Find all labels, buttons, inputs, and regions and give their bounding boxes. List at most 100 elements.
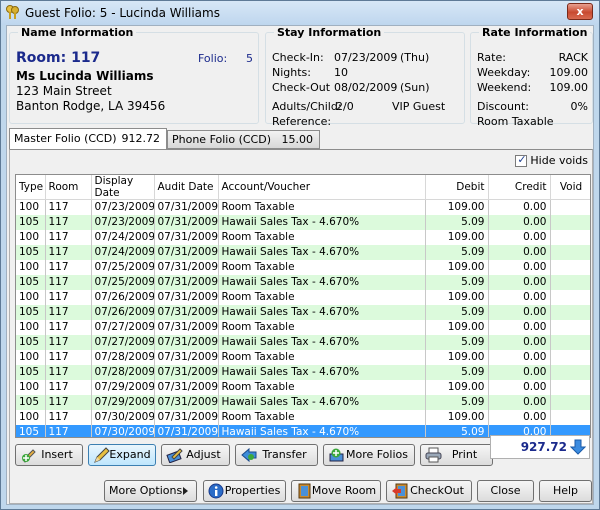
- table-row[interactable]: 100 117 07/28/2009 07/31/2009 Room Taxable 10…: [16, 349, 590, 365]
- close-window-button[interactable]: x: [567, 3, 593, 20]
- address-line-1: 123 Main Street: [16, 84, 112, 98]
- table-row[interactable]: 100 117 07/29/2009 07/31/2009 Room Taxable 10…: [16, 379, 590, 395]
- column-header-display-date[interactable]: Display Date: [91, 175, 155, 200]
- column-header-void[interactable]: Void: [550, 175, 590, 200]
- column-header-account[interactable]: Account/Voucher: [218, 175, 426, 200]
- cell-room: 117: [45, 304, 92, 320]
- cell-room: 117: [45, 409, 92, 425]
- cell-account: Hawaii Sales Tax - 4.670%: [218, 364, 426, 380]
- weekend-value: 109.00: [549, 81, 589, 94]
- cell-credit: 0.00: [488, 214, 551, 230]
- checkin-day: (Thu): [400, 51, 430, 64]
- checkout-button[interactable]: CheckOut: [386, 480, 472, 502]
- print-label: Print: [451, 448, 478, 461]
- table-row[interactable]: 105 117 07/23/2009 07/31/2009 Hawaii Sales T…: [16, 214, 590, 230]
- cell-debit: 5.09: [425, 364, 489, 380]
- cell-display-date: 07/24/2009: [91, 244, 155, 260]
- cell-room: 117: [45, 379, 92, 395]
- move-room-label: Move Room: [311, 484, 377, 497]
- checkin-date: 07/23/2009: [334, 51, 398, 64]
- table-row[interactable]: 105 117 07/25/2009 07/31/2009 Hawaii Sales T…: [16, 274, 590, 290]
- expand-label: Expand: [109, 448, 151, 461]
- more-folios-button[interactable]: More Folios: [323, 444, 415, 466]
- cell-account: Hawaii Sales Tax - 4.670%: [218, 244, 426, 260]
- close-button[interactable]: Close: [477, 480, 534, 502]
- hide-voids-label: Hide voids: [530, 154, 588, 167]
- weekend-label: Weekend:: [477, 81, 532, 94]
- table-row[interactable]: 105 117 07/29/2009 07/31/2009 Hawaii Sales T…: [16, 394, 590, 410]
- insert-button[interactable]: Insert: [15, 444, 83, 466]
- properties-button[interactable]: Properties: [203, 480, 286, 502]
- cell-debit: 5.09: [425, 304, 489, 320]
- cell-account: Room Taxable: [218, 199, 426, 215]
- cell-credit: 0.00: [488, 409, 551, 425]
- cell-void: [550, 319, 590, 335]
- cell-display-date: 07/26/2009: [91, 289, 155, 305]
- cell-display-date: 07/24/2009: [91, 229, 155, 245]
- transfer-button[interactable]: Transfer: [235, 444, 318, 466]
- column-header-type[interactable]: Type: [16, 175, 46, 200]
- move-room-button[interactable]: Move Room: [291, 480, 381, 502]
- folio-total-box: 927.72: [490, 435, 590, 459]
- keys-icon: [6, 5, 19, 19]
- weekday-label: Weekday:: [477, 66, 531, 79]
- table-row[interactable]: 105 117 07/27/2009 07/31/2009 Hawaii Sales T…: [16, 334, 590, 350]
- column-header-audit-date[interactable]: Audit Date: [154, 175, 219, 200]
- cell-void: [550, 244, 590, 260]
- cell-debit: 109.00: [425, 289, 489, 305]
- column-header-room[interactable]: Room: [45, 175, 92, 200]
- cell-display-date: 07/30/2009: [91, 424, 155, 437]
- cell-audit-date: 07/31/2009: [154, 289, 219, 305]
- cell-audit-date: 07/31/2009: [154, 364, 219, 380]
- rate-information-group: Rate Information Rate: RACK Weekday: 109…: [470, 26, 593, 128]
- transactions-grid[interactable]: Type Room Display Date Audit Date Accoun…: [15, 174, 591, 438]
- column-header-debit[interactable]: Debit: [425, 175, 489, 200]
- table-row[interactable]: 100 117 07/24/2009 07/31/2009 Room Taxable 10…: [16, 229, 590, 245]
- more-options-button[interactable]: More Options: [104, 480, 197, 502]
- tab-master-folio[interactable]: Master Folio (CCD) 912.72: [9, 128, 167, 150]
- cell-display-date: 07/30/2009: [91, 409, 155, 425]
- cell-type: 105: [16, 244, 46, 260]
- checkbox-checked-icon[interactable]: [515, 153, 528, 167]
- cell-credit: 0.00: [488, 274, 551, 290]
- table-row[interactable]: 100 117 07/27/2009 07/31/2009 Room Taxable 10…: [16, 319, 590, 335]
- cell-audit-date: 07/31/2009: [154, 244, 219, 260]
- arrow-down-icon[interactable]: [570, 439, 586, 455]
- cell-type: 105: [16, 424, 46, 437]
- print-button[interactable]: Print: [420, 444, 493, 466]
- cell-void: [550, 349, 590, 365]
- cell-credit: 0.00: [488, 379, 551, 395]
- table-row[interactable]: 100 117 07/25/2009 07/31/2009 Room Taxable 10…: [16, 259, 590, 275]
- table-row[interactable]: 105 117 07/24/2009 07/31/2009 Hawaii Sales T…: [16, 244, 590, 260]
- table-row[interactable]: 100 117 07/30/2009 07/31/2009 Room Taxable 10…: [16, 409, 590, 425]
- cell-void: [550, 394, 590, 410]
- cell-account: Hawaii Sales Tax - 4.670%: [218, 214, 426, 230]
- cell-type: 105: [16, 214, 46, 230]
- expand-button[interactable]: Expand: [88, 444, 156, 466]
- table-row[interactable]: 100 117 07/23/2009 07/31/2009 Room Taxable 10…: [16, 199, 590, 215]
- cell-debit: 109.00: [425, 349, 489, 365]
- insert-label: Insert: [41, 448, 73, 461]
- cell-debit: 5.09: [425, 274, 489, 290]
- name-information-group: Name Information Room: 117 Folio: 5 Ms L…: [9, 26, 259, 124]
- address-line-2: Banton Rodge, LA 39456: [16, 99, 166, 113]
- table-row[interactable]: 100 117 07/26/2009 07/31/2009 Room Taxable 10…: [16, 289, 590, 305]
- table-row[interactable]: 105 117 07/26/2009 07/31/2009 Hawaii Sales T…: [16, 304, 590, 320]
- cell-account: Hawaii Sales Tax - 4.670%: [218, 394, 426, 410]
- column-header-credit[interactable]: Credit: [488, 175, 551, 200]
- cell-debit: 109.00: [425, 379, 489, 395]
- rate-info-legend: Rate Information: [482, 26, 588, 39]
- cell-debit: 109.00: [425, 199, 489, 215]
- cell-audit-date: 07/31/2009: [154, 334, 219, 350]
- help-button[interactable]: Help: [539, 480, 592, 502]
- tab-phone-folio[interactable]: Phone Folio (CCD) 15.00: [167, 130, 320, 149]
- cell-credit: 0.00: [488, 259, 551, 275]
- cell-room: 117: [45, 244, 92, 260]
- adjust-button[interactable]: Adjust: [161, 444, 230, 466]
- hide-voids-checkbox[interactable]: Hide voids: [515, 153, 588, 167]
- cell-display-date: 07/27/2009: [91, 334, 155, 350]
- cell-credit: 0.00: [488, 229, 551, 245]
- cell-void: [550, 214, 590, 230]
- cell-void: [550, 364, 590, 380]
- table-row[interactable]: 105 117 07/28/2009 07/31/2009 Hawaii Sales T…: [16, 364, 590, 380]
